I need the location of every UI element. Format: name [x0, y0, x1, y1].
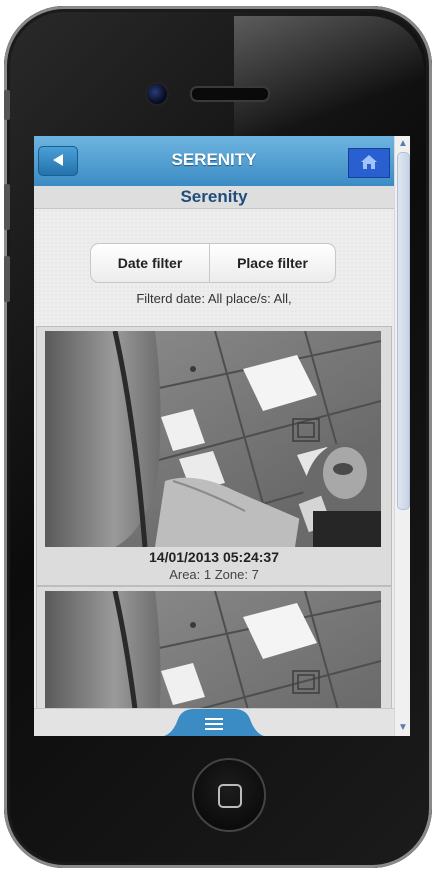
vertical-scrollbar[interactable]: ▲ ▼	[394, 136, 410, 736]
filter-button-group: Date filter Place filter	[90, 243, 336, 283]
volume-down-button	[4, 256, 10, 302]
scrollbar-thumb[interactable]	[397, 152, 410, 510]
scroll-down-arrow-icon[interactable]: ▼	[397, 722, 409, 734]
front-camera	[145, 82, 169, 106]
volume-up-button	[4, 184, 10, 230]
page-subtitle-bar: Serenity	[34, 186, 394, 209]
bottom-bar	[34, 708, 394, 736]
app-title: SERENITY	[171, 150, 257, 169]
event-timestamp: 14/01/2013 05:24:37	[149, 549, 279, 565]
phone-glare	[234, 16, 424, 136]
home-icon	[361, 155, 377, 169]
place-filter-button[interactable]: Place filter	[210, 244, 335, 282]
event-location: Area: 1 Zone: 7	[169, 567, 259, 582]
scroll-up-arrow-icon[interactable]: ▲	[397, 138, 409, 150]
earpiece-speaker	[190, 86, 270, 102]
menu-button[interactable]	[158, 709, 270, 736]
mute-switch	[4, 90, 10, 120]
filter-status-text: Filterd date: All place/s: All,	[136, 291, 292, 306]
header-bar: SERENITY	[34, 136, 394, 187]
app-screen: SERENITY Serenity Date filter Place filt…	[34, 136, 410, 736]
page-subtitle: Serenity	[180, 187, 248, 206]
menu-icon	[164, 709, 264, 736]
filter-panel: Date filter Place filter Filterd date: A…	[34, 209, 394, 325]
date-filter-button[interactable]: Date filter	[91, 244, 210, 282]
back-arrow-icon	[53, 154, 63, 166]
event-photo[interactable]	[45, 331, 381, 547]
home-square-icon	[218, 784, 242, 808]
device-home-button[interactable]	[192, 758, 266, 832]
back-button[interactable]	[38, 146, 78, 176]
event-list-item[interactable]: 14/01/2013 05:24:37 Area: 1 Zone: 7	[36, 326, 392, 586]
home-button[interactable]	[348, 148, 390, 178]
camera-snapshot-image	[45, 331, 381, 547]
